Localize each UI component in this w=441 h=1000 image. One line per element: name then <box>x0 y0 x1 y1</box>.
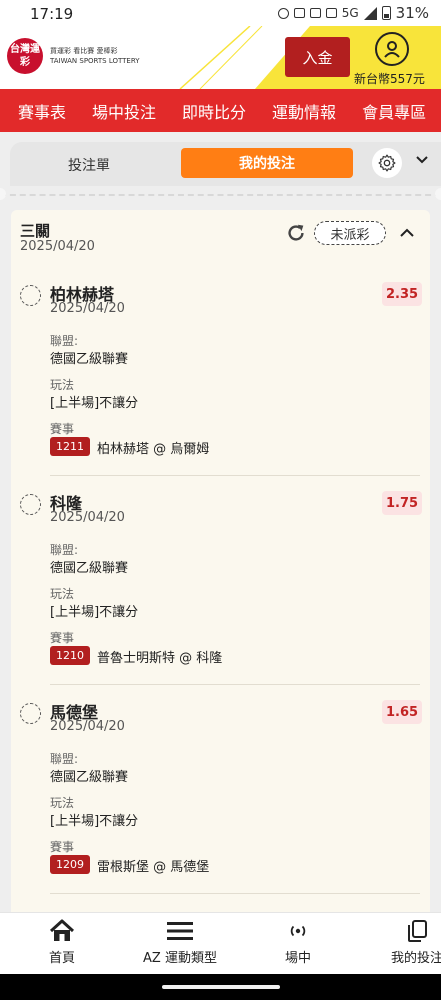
bet-date: 2025/04/20 <box>50 719 125 734</box>
bottom-nav-mybets-label: 我的投注 <box>390 951 441 966</box>
ticket-notch-right <box>435 188 441 200</box>
deposit-button[interactable]: 入金 <box>285 37 350 77</box>
match-label: 賽事 <box>50 840 75 854</box>
match-name: 雷根斯堡 @ 馬德堡 <box>97 860 210 875</box>
bet-odds: 1.65 <box>382 700 423 724</box>
dashed-divider <box>0 194 441 196</box>
bottom-nav-home-label: 首頁 <box>48 951 75 966</box>
play-label: 玩法 <box>50 796 75 810</box>
bet-select-radio[interactable] <box>20 494 41 515</box>
chevron-down-icon[interactable] <box>414 152 430 168</box>
bottom-nav-live[interactable]: 場中 <box>278 919 318 966</box>
battery-percent: 31% <box>395 4 429 22</box>
bet-item: 馬德堡 2025/04/20 1.65 聯盟: 德國乙級聯賽 玩法 [上半場]不… <box>11 696 430 904</box>
ticket-notch-left <box>0 188 6 200</box>
bet-date: 2025/04/20 <box>50 301 125 316</box>
logo-caption-cn: 買運彩 看比賽 愛棒彩 <box>50 47 118 55</box>
bet-divider <box>50 475 420 476</box>
bet-divider <box>50 893 420 894</box>
main-content: 投注單 我的投注 三關 2025/04/20 未派彩 柏林赫塔 2025/04/… <box>0 132 441 912</box>
nav-item-live-scores[interactable]: 即時比分 <box>182 99 246 123</box>
tab-bet-slip[interactable]: 投注單 <box>68 155 110 175</box>
match-code-badge: 1210 <box>50 646 90 665</box>
main-nav: 賽事表 場中投注 即時比分 運動情報 會員專區 <box>0 89 441 132</box>
match-code-badge: 1211 <box>50 437 90 456</box>
volte-icon <box>325 8 337 18</box>
nav-item-sports-info[interactable]: 運動情報 <box>272 99 336 123</box>
nav-item-live-betting[interactable]: 場中投注 <box>92 99 156 123</box>
bet-odds: 1.75 <box>382 491 423 515</box>
signal-icon <box>363 6 377 20</box>
status-bar: 17:19 5G 31% <box>0 0 441 26</box>
bottom-nav: 首頁 AZ 運動類型 場中 我的投注 <box>0 912 441 974</box>
logo-caption: 買運彩 看比賽 愛棒彩 TAIWAN SPORTS LOTTERY <box>50 46 140 66</box>
network-type: 5G <box>341 6 359 20</box>
match-name: 普魯士明斯特 @ 科隆 <box>97 651 223 666</box>
play-label: 玩法 <box>50 378 75 392</box>
broadcast-icon <box>290 925 306 937</box>
tab-my-bets[interactable]: 我的投注 <box>181 148 353 178</box>
match-name: 柏林赫塔 @ 烏爾姆 <box>97 442 210 457</box>
home-icon <box>49 919 75 941</box>
play-value: [上半場]不讓分 <box>50 605 139 620</box>
bet-select-radio[interactable] <box>20 703 41 724</box>
bottom-nav-live-label: 場中 <box>284 951 311 966</box>
bet-tabs: 投注單 我的投注 <box>10 142 441 186</box>
alarm-icon <box>277 7 289 19</box>
gesture-area <box>0 974 441 1000</box>
status-badge: 未派彩 <box>314 221 386 245</box>
bet-item: 科隆 2025/04/20 1.75 聯盟: 德國乙級聯賽 玩法 [上半場]不讓… <box>11 487 430 695</box>
bottom-nav-sports[interactable]: AZ 運動類型 <box>132 919 228 966</box>
menu-icon <box>167 922 193 940</box>
nav-item-member[interactable]: 會員專區 <box>362 99 426 123</box>
play-value: [上半場]不讓分 <box>50 814 139 829</box>
bet-ticket-card: 三關 2025/04/20 未派彩 柏林赫塔 2025/04/20 2.35 聯… <box>11 210 430 912</box>
bet-item: 柏林赫塔 2025/04/20 2.35 聯盟: 德國乙級聯賽 玩法 [上半場]… <box>11 278 430 486</box>
chevron-up-icon[interactable] <box>398 224 416 242</box>
status-time: 17:19 <box>30 5 74 23</box>
nfc-icon <box>293 8 305 18</box>
match-label: 賽事 <box>50 631 75 645</box>
bet-divider <box>50 684 420 685</box>
refresh-icon[interactable] <box>285 222 307 244</box>
ticket-title: 三關 <box>20 222 51 240</box>
league-label: 聯盟: <box>50 543 79 557</box>
bet-select-radio[interactable] <box>20 285 41 306</box>
vibrate-icon <box>309 8 321 18</box>
battery-icon <box>381 6 391 20</box>
league-label: 聯盟: <box>50 334 79 348</box>
gear-icon[interactable] <box>372 148 402 178</box>
copy-icon <box>408 920 427 942</box>
ticket-date: 2025/04/20 <box>20 239 95 254</box>
app-header: 台灣運彩 買運彩 看比賽 愛棒彩 TAIWAN SPORTS LOTTERY 入… <box>0 26 441 89</box>
match-code-badge: 1209 <box>50 855 90 874</box>
account-balance: 新台幣557元 <box>354 72 425 86</box>
bottom-nav-sports-label: AZ 運動類型 <box>143 951 217 966</box>
logo-caption-en: TAIWAN SPORTS LOTTERY <box>50 57 140 65</box>
league-label: 聯盟: <box>50 752 79 766</box>
bottom-nav-mybets[interactable]: 我的投注 <box>386 919 441 966</box>
bet-date: 2025/04/20 <box>50 510 125 525</box>
bottom-nav-home[interactable]: 首頁 <box>42 919 82 966</box>
league-value: 德國乙級聯賽 <box>50 770 129 785</box>
play-label: 玩法 <box>50 587 75 601</box>
nav-item-schedule[interactable]: 賽事表 <box>18 99 66 123</box>
logo-icon[interactable]: 台灣運彩 <box>7 38 43 74</box>
home-gesture-bar[interactable] <box>162 985 280 989</box>
league-value: 德國乙級聯賽 <box>50 561 129 576</box>
match-label: 賽事 <box>50 422 75 436</box>
bet-odds: 2.35 <box>382 282 423 306</box>
user-account-icon[interactable] <box>375 32 409 66</box>
status-icons: 5G 31% <box>277 4 429 22</box>
league-value: 德國乙級聯賽 <box>50 352 129 367</box>
play-value: [上半場]不讓分 <box>50 396 139 411</box>
